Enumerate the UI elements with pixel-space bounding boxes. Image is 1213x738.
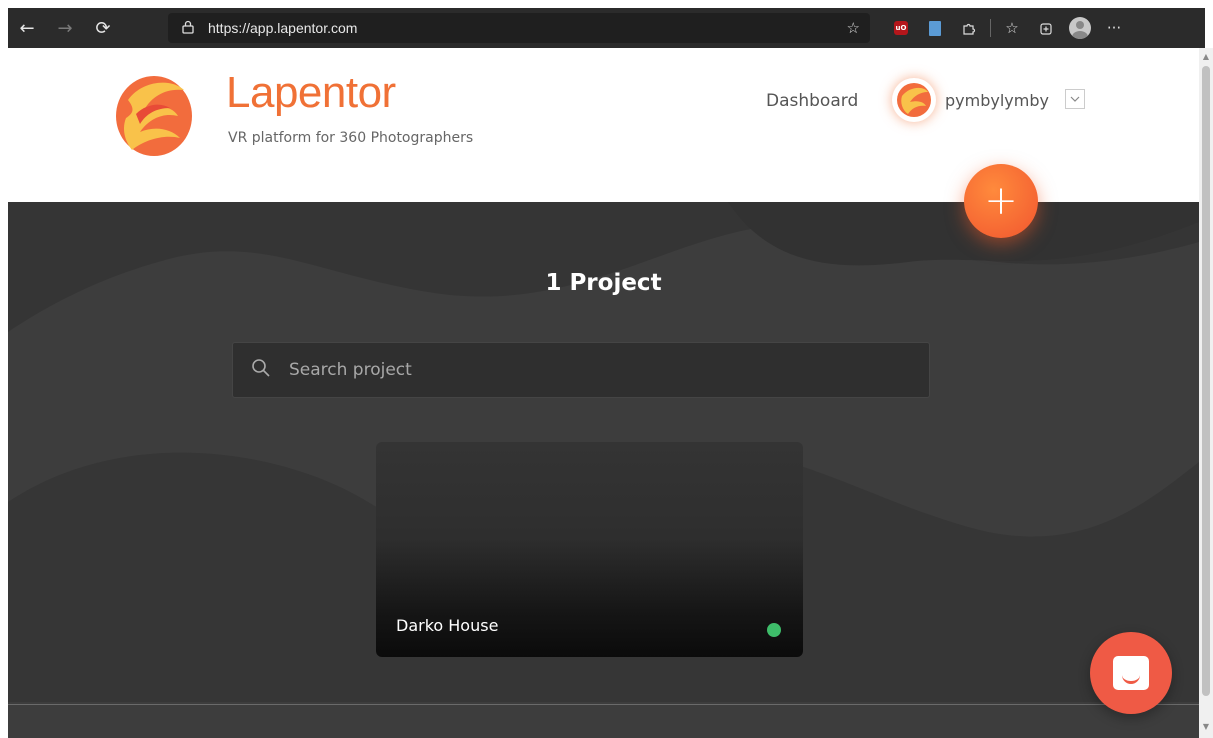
page-title: 1 Project: [545, 270, 662, 296]
forward-button[interactable]: →: [46, 8, 84, 48]
add-project-button[interactable]: +: [964, 164, 1038, 238]
scroll-up-arrow-icon[interactable]: ▲: [1201, 52, 1211, 64]
more-menu-icon[interactable]: ···: [1097, 8, 1131, 48]
search-icon: [233, 358, 289, 383]
page: Lapentor VR platform for 360 Photographe…: [8, 48, 1199, 738]
favorite-add-icon[interactable]: ☆: [847, 19, 860, 37]
profile-icon[interactable]: [1063, 8, 1097, 48]
page-scrollbar[interactable]: ▲ ▼: [1199, 48, 1213, 738]
chat-icon: [1113, 656, 1149, 690]
browser-chrome: ← → ⟳ https://app.lapentor.com ☆ uO ☆ ··…: [8, 8, 1205, 48]
back-button[interactable]: ←: [8, 8, 46, 48]
extensions-puzzle-icon[interactable]: [952, 8, 986, 48]
document-extension-icon[interactable]: [918, 8, 952, 48]
nav-dashboard-link[interactable]: Dashboard: [766, 91, 858, 111]
project-name[interactable]: Darko House: [396, 616, 498, 635]
search-input[interactable]: [289, 343, 929, 397]
lock-icon[interactable]: [168, 20, 208, 37]
ublock-extension-icon[interactable]: uO: [884, 8, 918, 48]
chat-launcher-button[interactable]: [1090, 632, 1172, 714]
extensions-bar: uO ☆ ···: [884, 8, 1131, 48]
brand-name[interactable]: Lapentor: [226, 68, 396, 118]
toolbar-divider: [990, 19, 991, 37]
collections-icon[interactable]: [1029, 8, 1063, 48]
favorites-icon[interactable]: ☆: [995, 8, 1029, 48]
lapentor-logo-icon[interactable]: [114, 70, 194, 160]
url-text[interactable]: https://app.lapentor.com: [208, 20, 357, 36]
scroll-down-arrow-icon[interactable]: ▼: [1201, 722, 1211, 734]
address-bar[interactable]: https://app.lapentor.com ☆: [168, 13, 870, 43]
footer-divider: [8, 704, 1199, 705]
username[interactable]: pymbylymby: [945, 91, 1049, 110]
user-dropdown-chevron-icon[interactable]: [1065, 89, 1085, 109]
brand-tagline: VR platform for 360 Photographers: [228, 130, 474, 146]
project-status-dot: [767, 623, 781, 637]
project-card[interactable]: Darko House: [376, 442, 803, 657]
refresh-button[interactable]: ⟳: [84, 8, 122, 48]
scrollbar-thumb[interactable]: [1202, 66, 1210, 696]
search-box[interactable]: [232, 342, 930, 398]
user-avatar[interactable]: [892, 78, 936, 122]
